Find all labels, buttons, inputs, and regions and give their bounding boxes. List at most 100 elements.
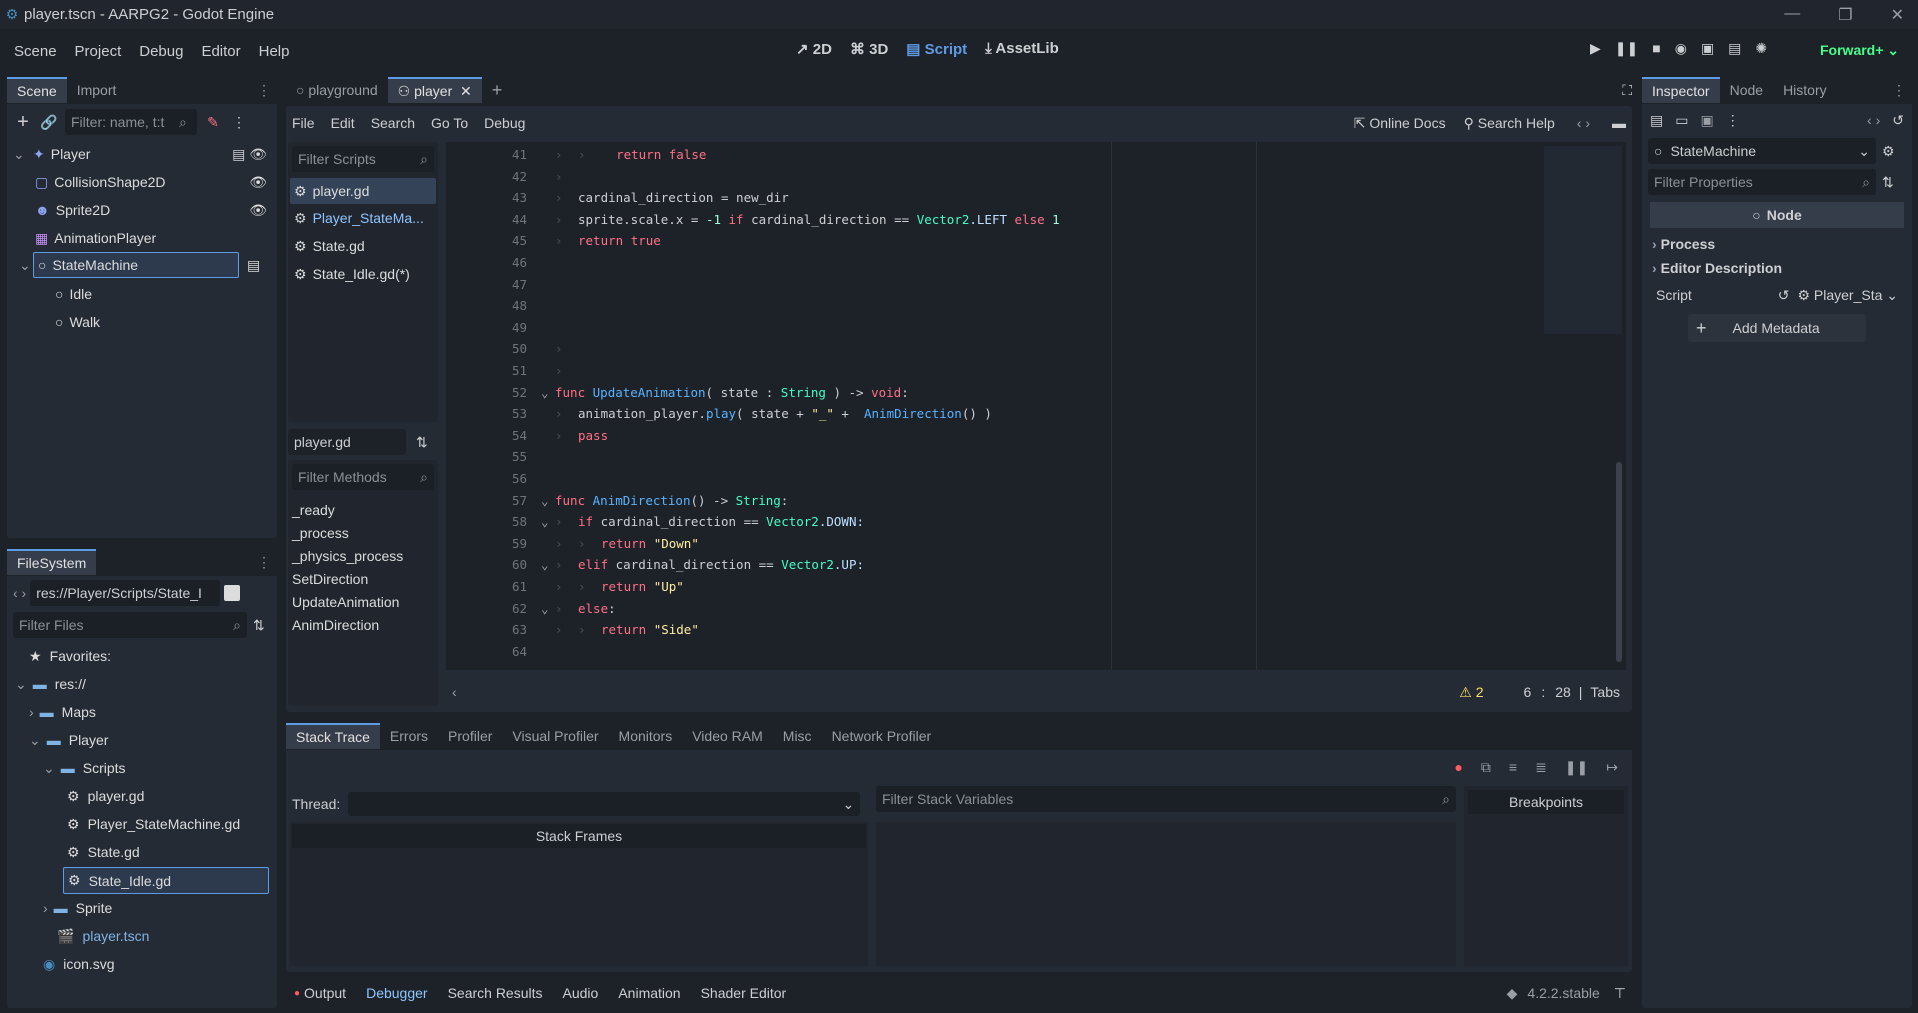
- sort-icon[interactable]: ⇅: [253, 617, 265, 634]
- script-menu-file[interactable]: File: [292, 115, 315, 131]
- line-number[interactable]: 54: [446, 428, 541, 443]
- line-number[interactable]: 60: [446, 557, 541, 572]
- file-icon-svg[interactable]: ◉ icon.svg: [43, 952, 115, 976]
- line-number[interactable]: 62: [446, 601, 541, 616]
- method-item[interactable]: _process: [292, 521, 349, 545]
- line-number[interactable]: 64: [446, 644, 541, 659]
- save-resource-icon[interactable]: ▣: [1700, 112, 1713, 129]
- method-item[interactable]: UpdateAnimation: [292, 590, 399, 614]
- workspace-script[interactable]: ▤ Script: [906, 40, 967, 58]
- play-scene-icon[interactable]: ▣: [1701, 40, 1714, 57]
- line-number[interactable]: 48: [446, 298, 541, 313]
- menu-help[interactable]: Help: [259, 43, 290, 60]
- favorites-item[interactable]: ★ Favorites:: [29, 644, 111, 668]
- pause-icon[interactable]: ❚❚: [1615, 40, 1638, 57]
- line-number[interactable]: 44: [446, 212, 541, 227]
- tab-monitors[interactable]: Monitors: [609, 723, 683, 749]
- line-number[interactable]: 63: [446, 622, 541, 637]
- tab-playground[interactable]: ○ playground: [286, 77, 388, 103]
- script-item-state-gd[interactable]: ⚙ State.gd: [294, 234, 365, 258]
- line-number[interactable]: 50: [446, 341, 541, 356]
- object-history-icon[interactable]: ↺: [1892, 112, 1904, 129]
- filter-scripts-input[interactable]: Filter Scripts ⌕: [292, 146, 434, 172]
- tree-node-animationplayer[interactable]: ▦ AnimationPlayer: [35, 226, 271, 250]
- folder-sprite[interactable]: › ▬ Sprite: [43, 896, 112, 920]
- file-player-statemachine-gd[interactable]: ⚙ Player_StateMachine.gd: [67, 812, 240, 836]
- file-state-gd[interactable]: ⚙ State.gd: [67, 840, 140, 864]
- back-icon[interactable]: ‹ ›: [13, 585, 26, 601]
- line-number[interactable]: 43: [446, 190, 541, 205]
- version-label[interactable]: 4.2.2.stable: [1527, 985, 1599, 1001]
- tab-profiler[interactable]: Profiler: [438, 723, 502, 749]
- file-state-idle-gd[interactable]: ⚙ State_Idle.gd: [63, 867, 269, 894]
- script-item-state-idle-gd[interactable]: ⚙ State_Idle.gd(*): [294, 262, 410, 286]
- tab-history[interactable]: History: [1773, 77, 1837, 103]
- line-number[interactable]: 41: [446, 147, 541, 162]
- tab-video-ram[interactable]: Video RAM: [682, 723, 773, 749]
- script-icon[interactable]: ▤: [247, 257, 260, 274]
- tab-stack-trace[interactable]: Stack Trace: [286, 723, 380, 749]
- group-process[interactable]: › Process: [1652, 232, 1902, 256]
- visibility-icon[interactable]: 👁: [249, 174, 267, 191]
- scene-filter-input[interactable]: Filter: name, t:t ⌕: [65, 109, 197, 135]
- fold-chevron-icon[interactable]: ⌄: [541, 385, 555, 400]
- line-number[interactable]: 53: [446, 406, 541, 421]
- tree-node-idle[interactable]: ○ Idle: [55, 282, 92, 306]
- line-number[interactable]: 59: [446, 536, 541, 551]
- vertical-scrollbar[interactable]: [1616, 462, 1622, 662]
- method-item[interactable]: AnimDirection: [292, 613, 379, 637]
- close-tab-icon[interactable]: ✕: [460, 83, 472, 100]
- step-over-icon[interactable]: ≣: [1535, 759, 1547, 776]
- add-metadata-button[interactable]: + Add Metadata: [1688, 314, 1866, 342]
- tree-node-statemachine[interactable]: ⌄ ○ StateMachine ▤: [19, 252, 271, 278]
- continue-icon[interactable]: ↦: [1606, 759, 1618, 776]
- thread-select[interactable]: ⌄: [348, 792, 861, 816]
- tab-errors[interactable]: Errors: [380, 723, 438, 749]
- line-number[interactable]: 56: [446, 471, 541, 486]
- line-number[interactable]: 61: [446, 579, 541, 594]
- method-item[interactable]: _ready: [292, 498, 335, 522]
- toggle-scripts-icon[interactable]: ‹: [452, 684, 457, 700]
- method-item[interactable]: SetDirection: [292, 567, 368, 591]
- object-select[interactable]: ○ StateMachine ⌄: [1648, 138, 1876, 164]
- fold-chevron-icon[interactable]: ⌄: [541, 557, 555, 572]
- tab-node[interactable]: Node: [1720, 77, 1773, 103]
- script-menu-search[interactable]: Search: [371, 115, 415, 131]
- filter-stack-variables-input[interactable]: Filter Stack Variables ⌕: [876, 786, 1456, 812]
- history-nav-icon[interactable]: ‹ ›: [1577, 115, 1590, 131]
- line-number[interactable]: 42: [446, 169, 541, 184]
- tree-node-player[interactable]: ⌄ ✦ Player ▤ 👁: [13, 142, 271, 166]
- chevron-down-icon[interactable]: ⌄: [19, 257, 33, 274]
- line-number[interactable]: 58: [446, 514, 541, 529]
- sort-methods-icon[interactable]: ⇅: [416, 434, 428, 451]
- bottom-tab-animation[interactable]: Animation: [618, 985, 680, 1001]
- bottom-tab-output[interactable]: Output: [304, 985, 346, 1001]
- new-resource-icon[interactable]: ▤: [1650, 112, 1663, 129]
- script-property-value[interactable]: ⚙ Player_Sta ⌄: [1797, 287, 1898, 304]
- close-window-icon[interactable]: ✕: [1891, 5, 1904, 25]
- dock-menu-icon[interactable]: ⋮: [257, 554, 271, 571]
- expand-panel-icon[interactable]: ⊤: [1614, 985, 1626, 1002]
- tab-inspector[interactable]: Inspector: [1642, 77, 1720, 103]
- break-icon[interactable]: ❚❚: [1565, 759, 1588, 776]
- online-docs-button[interactable]: ⇱ Online Docs: [1354, 115, 1446, 132]
- line-number[interactable]: 52: [446, 385, 541, 400]
- file-player-gd[interactable]: ⚙ player.gd: [67, 784, 144, 808]
- property-options-icon[interactable]: ⇅: [1882, 174, 1894, 191]
- line-number[interactable]: 57: [446, 493, 541, 508]
- script-menu-edit[interactable]: Edit: [331, 115, 355, 131]
- line-number[interactable]: 49: [446, 320, 541, 335]
- open-resource-icon[interactable]: ▭: [1675, 112, 1688, 129]
- tab-misc[interactable]: Misc: [773, 723, 822, 749]
- filter-methods-input[interactable]: Filter Methods ⌕: [292, 464, 434, 490]
- maximize-icon[interactable]: ❐: [1838, 5, 1852, 25]
- stop-icon[interactable]: ■: [1652, 40, 1660, 57]
- script-item-player-gd[interactable]: ⚙ player.gd: [290, 178, 436, 204]
- group-editor-description[interactable]: › Editor Description: [1652, 256, 1902, 280]
- script-menu-goto[interactable]: Go To: [431, 115, 468, 131]
- tab-player[interactable]: ⚇ player ✕: [387, 77, 482, 103]
- filesystem-path-input[interactable]: res://Player/Scripts/State_I: [30, 580, 221, 606]
- distraction-free-icon[interactable]: ⛶: [1622, 82, 1632, 99]
- filesystem-filter-input[interactable]: Filter Files ⌕: [13, 612, 247, 638]
- line-number[interactable]: 47: [446, 277, 541, 292]
